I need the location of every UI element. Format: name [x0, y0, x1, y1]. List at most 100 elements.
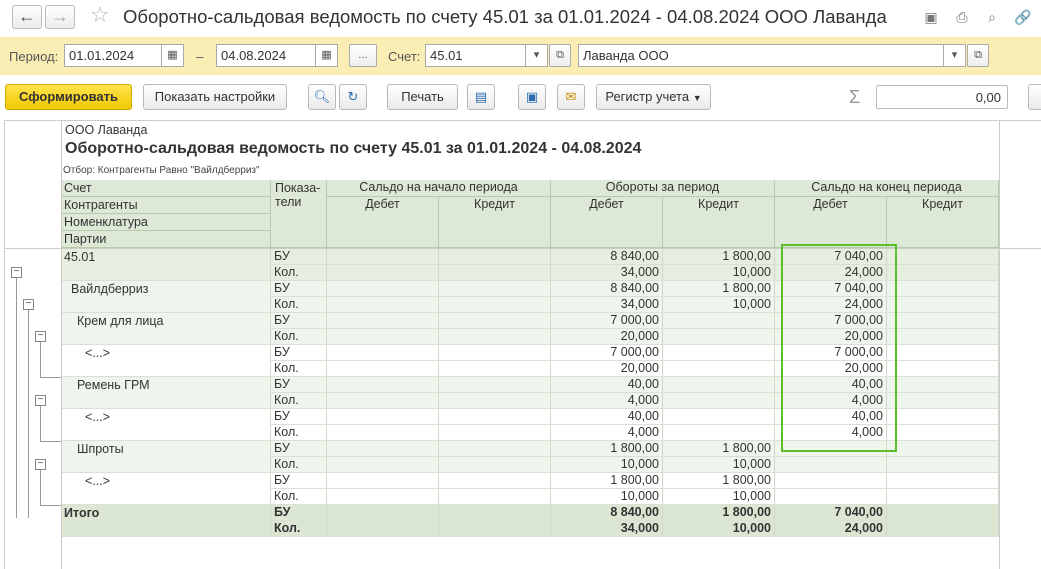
indicator-kol: Кол. — [271, 521, 327, 537]
dropdown-icon[interactable]: ▾ — [526, 44, 548, 67]
register-dropdown-button[interactable]: Регистр учета ▼ — [596, 84, 711, 110]
value-kol — [439, 393, 551, 409]
value-kol — [775, 457, 887, 473]
header-closing: Сальдо на конец периода — [775, 180, 999, 197]
header-grouping-0: Счет — [61, 180, 271, 197]
email-button[interactable]: ✉ — [557, 84, 585, 110]
value-bu: 7 040,00 — [775, 505, 887, 521]
value-kol: 10,000 — [663, 297, 775, 313]
value-kol — [327, 361, 439, 377]
account-input[interactable]: 45.01 — [425, 44, 526, 67]
header-grouping-3: Партии — [61, 231, 271, 248]
indicator-bu: БУ — [271, 505, 327, 521]
search-button[interactable]: 🔍︎ — [308, 84, 336, 110]
chevron-down-icon: ▼ — [692, 93, 702, 103]
value-bu — [439, 249, 551, 265]
collapse-toggle-icon[interactable]: − — [35, 459, 46, 470]
row-name: Итого — [61, 505, 271, 537]
report-filter: Отбор: Контрагенты Равно "Вайлдберриз" — [63, 165, 260, 176]
calendar-icon[interactable]: ▦ — [162, 44, 184, 67]
save-icon[interactable]: ▣ — [922, 8, 940, 26]
more-button[interactable] — [1028, 84, 1041, 110]
favorite-star-icon[interactable]: ☆ — [90, 2, 110, 28]
value-bu — [439, 345, 551, 361]
link-icon[interactable]: 🔗 — [1014, 8, 1032, 26]
print-button[interactable]: Печать — [387, 84, 458, 110]
preview-icon[interactable]: ⌕ — [983, 8, 1001, 26]
value-kol — [887, 425, 999, 441]
value-kol: 20,000 — [551, 361, 663, 377]
value-bu — [663, 409, 775, 425]
indicator-kol: Кол. — [271, 457, 327, 473]
value-bu — [439, 473, 551, 489]
value-bu — [327, 345, 439, 361]
indicator-kol: Кол. — [271, 393, 327, 409]
date-from-input[interactable]: 01.01.2024 — [64, 44, 162, 67]
indicator-bu: БУ — [271, 313, 327, 329]
value-bu: 8 840,00 — [551, 505, 663, 521]
filter-bar: Период: 01.01.2024 ▦ – 04.08.2024 ▦ ... … — [0, 37, 1041, 75]
value-bu — [439, 313, 551, 329]
row-name: Вайлдберриз — [61, 281, 271, 313]
tree-line — [40, 470, 41, 506]
value-bu: 8 840,00 — [551, 249, 663, 265]
value-kol: 34,000 — [551, 521, 663, 537]
collapse-toggle-icon[interactable]: − — [23, 299, 34, 310]
dropdown-icon[interactable]: ▾ — [944, 44, 966, 67]
save-button[interactable]: ▣ — [518, 84, 546, 110]
value-bu — [327, 441, 439, 457]
collapse-toggle-icon[interactable]: − — [35, 395, 46, 406]
value-kol — [439, 521, 551, 537]
value-bu — [439, 281, 551, 297]
preview-button[interactable]: ▤ — [467, 84, 495, 110]
value-bu: 1 800,00 — [551, 473, 663, 489]
search-icon: 🔍︎ — [313, 89, 331, 104]
period-dash: – — [196, 49, 204, 64]
value-kol — [327, 329, 439, 345]
arrow-left-icon: ← — [18, 6, 36, 26]
tree-line — [40, 377, 61, 378]
date-to-input[interactable]: 04.08.2024 — [216, 44, 316, 67]
value-kol — [887, 393, 999, 409]
open-icon[interactable]: ⧉ — [549, 44, 571, 67]
value-kol — [663, 361, 775, 377]
search-refresh-button[interactable]: ↻ — [339, 84, 367, 110]
tree-line — [40, 406, 41, 442]
indicator-bu: БУ — [271, 441, 327, 457]
value-kol — [775, 489, 887, 505]
row-name: <...> — [61, 473, 271, 505]
forward-button[interactable]: → — [45, 5, 75, 29]
calendar-icon[interactable]: ▦ — [316, 44, 338, 67]
tree-line — [40, 505, 61, 506]
period-select-button[interactable]: ... — [349, 44, 377, 67]
print-preview-icon: ▤ — [474, 89, 488, 104]
back-button[interactable]: ← — [12, 5, 42, 29]
collapse-toggle-icon[interactable]: − — [35, 331, 46, 342]
open-icon[interactable]: ⧉ — [967, 44, 989, 67]
value-bu — [327, 281, 439, 297]
value-kol: 4,000 — [551, 393, 663, 409]
sum-field: 0,00 — [876, 85, 1008, 109]
row-name: <...> — [61, 345, 271, 377]
value-bu: 8 840,00 — [551, 281, 663, 297]
indicator-kol: Кол. — [271, 265, 327, 281]
value-bu: 1 800,00 — [663, 473, 775, 489]
header-grouping-1: Контрагенты — [61, 197, 271, 214]
register-label: Регистр учета — [605, 89, 690, 104]
header-credit: Кредит — [439, 197, 551, 248]
value-bu — [439, 441, 551, 457]
value-kol — [439, 329, 551, 345]
value-bu — [439, 409, 551, 425]
generate-button[interactable]: Сформировать — [5, 84, 132, 110]
show-settings-button[interactable]: Показать настройки — [143, 84, 287, 110]
value-kol — [887, 361, 999, 377]
organization-input[interactable]: Лаванда ООО — [578, 44, 944, 67]
account-label: Счет: — [388, 49, 421, 64]
company-name: ООО Лаванда — [65, 123, 148, 137]
tree-line — [40, 441, 61, 442]
print-icon[interactable]: ⎙ — [953, 8, 971, 26]
indicator-kol: Кол. — [271, 489, 327, 505]
value-kol — [439, 265, 551, 281]
grid-line — [999, 121, 1000, 569]
collapse-toggle-icon[interactable]: − — [11, 267, 22, 278]
